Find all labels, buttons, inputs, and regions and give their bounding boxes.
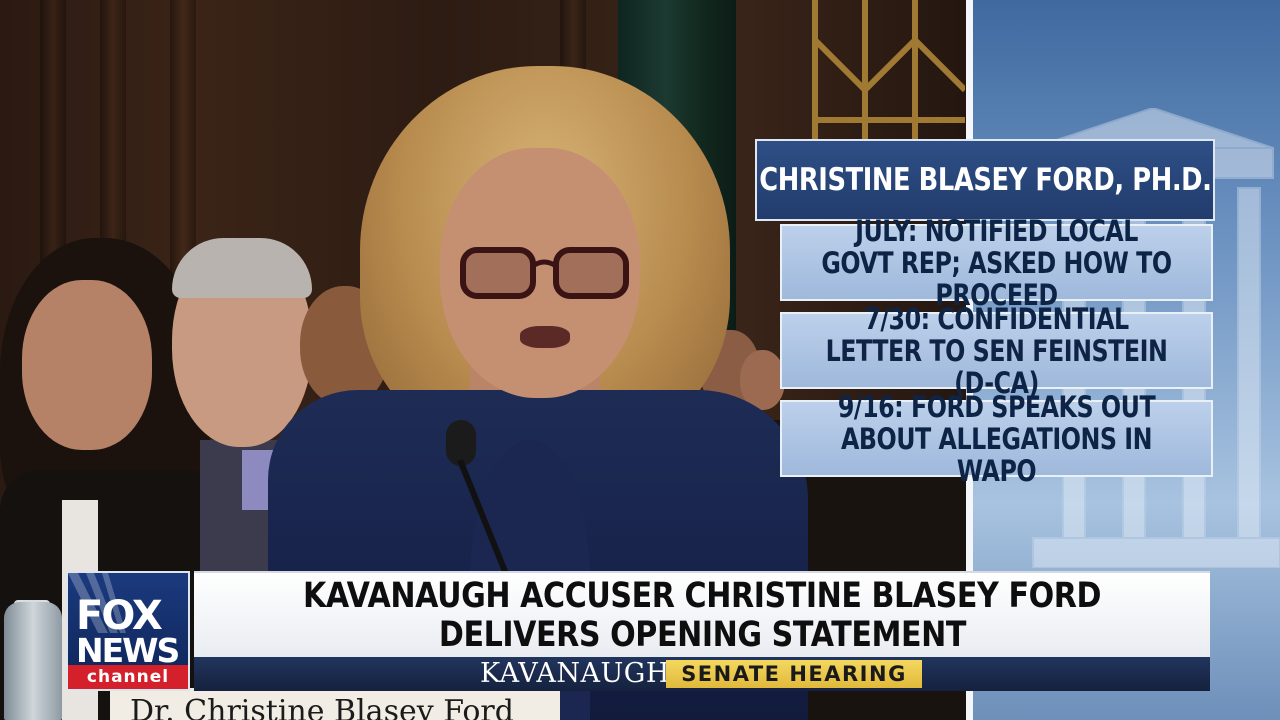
segment-tag: SENATE HEARING: [666, 660, 922, 688]
graphic-name-title: CHRISTINE BLASEY FORD, PH.D.: [758, 162, 1212, 198]
fact-text: JULY: NOTIFIED LOCAL GOVT REP; ASKED HOW…: [821, 213, 1172, 312]
fact-box: 7/30: CONFIDENTIAL LETTER TO SEN FEINSTE…: [780, 303, 1213, 399]
spectator-hair: [172, 238, 312, 298]
headline-banner: KAVANAUGH ACCUSER CHRISTINE BLASEY FORD …: [194, 571, 1210, 657]
fact-box: JULY: NOTIFIED LOCAL GOVT REP; ASKED HOW…: [780, 215, 1213, 311]
water-bottle: [4, 602, 62, 720]
nameplate-text: Dr. Christine Blasey Ford: [130, 694, 514, 720]
witness-mouth: [520, 326, 570, 348]
logo-channel-text: channel: [68, 665, 188, 689]
segment-tag-text: SENATE HEARING: [681, 662, 907, 686]
fact-box: 9/16: FORD SPEAKS OUT ABOUT ALLEGATIONS …: [780, 391, 1213, 487]
spectator-face: [22, 280, 152, 450]
graphic-name-title-box: CHRISTINE BLASEY FORD, PH.D.: [755, 139, 1215, 221]
headline-line-1: KAVANAUGH ACCUSER CHRISTINE BLASEY FORD: [302, 576, 1102, 616]
headline-line-2: DELIVERS OPENING STATEMENT: [438, 615, 966, 655]
show-strap: KAVANAUGH SENATE HEARING: [194, 657, 1210, 691]
eyeglasses-icon: [460, 247, 629, 299]
show-name: KAVANAUGH: [480, 658, 670, 689]
fact-text: 9/16: FORD SPEAKS OUT ABOUT ALLEGATIONS …: [837, 389, 1156, 488]
gold-lattice-decoration: [812, 0, 965, 150]
fact-text: 7/30: CONFIDENTIAL LETTER TO SEN FEINSTE…: [825, 301, 1168, 400]
fox-news-logo: FOX NEWS channel: [66, 571, 190, 691]
